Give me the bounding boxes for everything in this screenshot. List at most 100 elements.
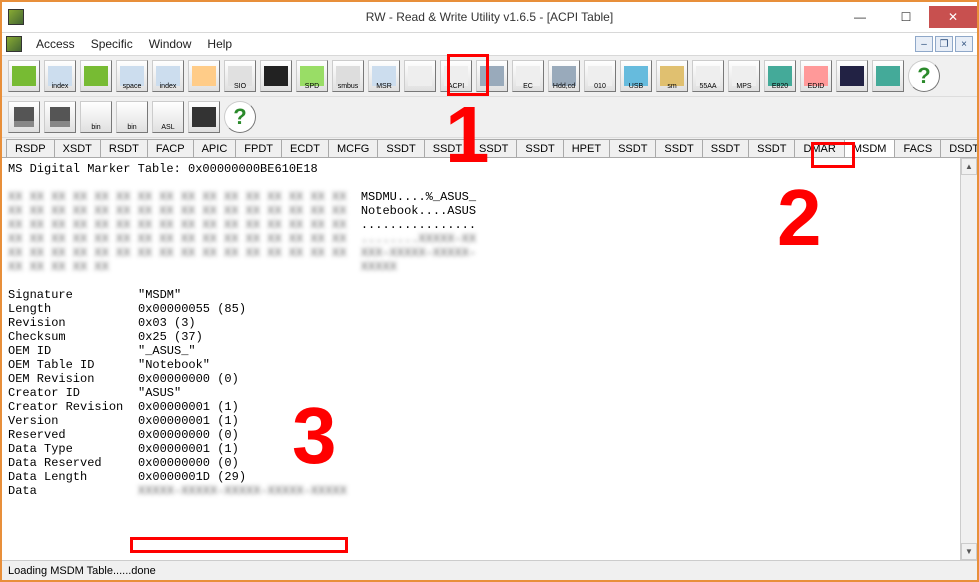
msr-icon[interactable]: MSR bbox=[368, 60, 400, 92]
menu-specific[interactable]: Specific bbox=[83, 37, 141, 51]
menu-help[interactable]: Help bbox=[199, 37, 240, 51]
app-icon bbox=[8, 9, 24, 25]
tab-facs-19[interactable]: FACS bbox=[894, 139, 941, 157]
field-value: "Notebook" bbox=[138, 358, 210, 372]
tab-hpet-12[interactable]: HPET bbox=[563, 139, 610, 157]
tab-apic-4[interactable]: APIC bbox=[193, 139, 237, 157]
help-icon[interactable]: ? bbox=[224, 101, 256, 133]
chip-icon[interactable] bbox=[188, 60, 220, 92]
field-value: 0x0000001D (29) bbox=[138, 470, 246, 484]
tab-ssdt-11[interactable]: SSDT bbox=[516, 139, 563, 157]
help-icon[interactable]: ? bbox=[908, 60, 940, 92]
field-value: XXXXX-XXXXX-XXXXX-XXXXX-XXXXX bbox=[138, 484, 347, 498]
minimize-button[interactable]: — bbox=[837, 6, 883, 28]
status-bar: Loading MSDM Table......done bbox=[2, 560, 977, 580]
saveall-icon[interactable] bbox=[44, 101, 76, 133]
field-key: Revision bbox=[8, 316, 138, 330]
close-button[interactable]: ✕ bbox=[929, 6, 977, 28]
field-row: Length0x00000055 (85) bbox=[8, 302, 954, 316]
field-key: OEM Revision bbox=[8, 372, 138, 386]
tab-ssdt-16[interactable]: SSDT bbox=[748, 139, 795, 157]
smbios-icon[interactable]: sm bbox=[656, 60, 688, 92]
ec-icon[interactable]: EC bbox=[512, 60, 544, 92]
tab-strip: RSDPXSDTRSDTFACPAPICFPDTECDTMCFGSSDTSSDT… bbox=[2, 138, 977, 157]
scroll-up-button[interactable]: ▲ bbox=[961, 158, 977, 175]
hex-row: XX XX XX XX XX XX XX XX XX XX XX XX XX X… bbox=[8, 190, 954, 204]
dimm2-icon[interactable] bbox=[80, 60, 112, 92]
maximize-button[interactable]: ☐ bbox=[883, 6, 929, 28]
acpi-icon[interactable]: ACPI bbox=[440, 60, 472, 92]
field-value: "MSDM" bbox=[138, 288, 181, 302]
scroll-down-button[interactable]: ▼ bbox=[961, 543, 977, 560]
sio-icon[interactable]: SIO bbox=[224, 60, 256, 92]
monitor-icon[interactable] bbox=[872, 60, 904, 92]
hdd-icon[interactable] bbox=[476, 60, 508, 92]
tab-msdm-18[interactable]: MSDM bbox=[844, 139, 896, 157]
tab-ssdt-10[interactable]: SSDT bbox=[470, 139, 517, 157]
menubar: Access Specific Window Help – ❐ × bbox=[2, 32, 977, 56]
field-value: 0x00000055 (85) bbox=[138, 302, 246, 316]
usb-icon[interactable]: USB bbox=[620, 60, 652, 92]
tab-ssdt-13[interactable]: SSDT bbox=[609, 139, 656, 157]
field-key: Data Type bbox=[8, 442, 138, 456]
field-key: Signature bbox=[8, 288, 138, 302]
mdi-close-button[interactable]: × bbox=[955, 36, 973, 52]
status-text: Loading MSDM Table......done bbox=[8, 565, 156, 577]
dimm-icon[interactable] bbox=[8, 60, 40, 92]
tab-facp-3[interactable]: FACP bbox=[147, 139, 194, 157]
field-row: OEM Revision0x00000000 (0) bbox=[8, 372, 954, 386]
index-icon[interactable]: index bbox=[44, 60, 76, 92]
mdi-minimize-button[interactable]: – bbox=[915, 36, 933, 52]
field-key: Length bbox=[8, 302, 138, 316]
save-icon[interactable] bbox=[8, 101, 40, 133]
field-row: OEM ID"_ASUS_" bbox=[8, 344, 954, 358]
hdd-cd-icon[interactable]: Hdd,cd bbox=[548, 60, 580, 92]
index2-icon[interactable]: index bbox=[152, 60, 184, 92]
tab-ssdt-9[interactable]: SSDT bbox=[424, 139, 471, 157]
doc-icon[interactable] bbox=[404, 60, 436, 92]
tab-ssdt-15[interactable]: SSDT bbox=[702, 139, 749, 157]
55aa-icon[interactable]: 55AA bbox=[692, 60, 724, 92]
field-value: 0x00000001 (1) bbox=[138, 442, 239, 456]
wave-icon[interactable] bbox=[260, 60, 292, 92]
acpi-table-content: MS Digital Marker Table: 0x00000000BE610… bbox=[2, 158, 960, 560]
e820-icon[interactable]: E820 bbox=[764, 60, 796, 92]
tab-xsdt-1[interactable]: XSDT bbox=[54, 139, 101, 157]
menu-access[interactable]: Access bbox=[28, 37, 83, 51]
bin2-icon[interactable]: bin bbox=[116, 101, 148, 133]
tab-dmar-17[interactable]: DMAR bbox=[794, 139, 844, 157]
cmd-icon[interactable] bbox=[836, 60, 868, 92]
index-space-icon[interactable]: space bbox=[116, 60, 148, 92]
tab-ssdt-14[interactable]: SSDT bbox=[655, 139, 702, 157]
field-row: Checksum0x25 (37) bbox=[8, 330, 954, 344]
titlebar: RW - Read & Write Utility v1.6.5 - [ACPI… bbox=[2, 2, 977, 32]
tab-rsdt-2[interactable]: RSDT bbox=[100, 139, 148, 157]
vertical-scrollbar[interactable]: ▲ ▼ bbox=[960, 158, 977, 560]
field-value: "_ASUS_" bbox=[138, 344, 196, 358]
field-row: Reserved0x00000000 (0) bbox=[8, 428, 954, 442]
app-icon-small[interactable] bbox=[6, 36, 22, 52]
010-icon[interactable]: 010 bbox=[584, 60, 616, 92]
spd-icon[interactable]: SPD bbox=[296, 60, 328, 92]
bin-icon[interactable]: bin bbox=[80, 101, 112, 133]
smbus-icon[interactable]: smbus bbox=[332, 60, 364, 92]
field-row: Version0x00000001 (1) bbox=[8, 414, 954, 428]
tab-dsdt-20[interactable]: DSDT bbox=[940, 139, 977, 157]
edid-icon[interactable]: EDID bbox=[800, 60, 832, 92]
binoculars-icon[interactable] bbox=[188, 101, 220, 133]
menu-window[interactable]: Window bbox=[141, 37, 200, 51]
tab-fpdt-5[interactable]: FPDT bbox=[235, 139, 282, 157]
field-row: Signature"MSDM" bbox=[8, 288, 954, 302]
tab-rsdp-0[interactable]: RSDP bbox=[6, 139, 55, 157]
asl-icon[interactable]: ASL bbox=[152, 101, 184, 133]
tab-mcfg-7[interactable]: MCFG bbox=[328, 139, 378, 157]
mdi-restore-button[interactable]: ❐ bbox=[935, 36, 953, 52]
content-header: MS Digital Marker Table: 0x00000000BE610… bbox=[8, 162, 954, 176]
tab-ecdt-6[interactable]: ECDT bbox=[281, 139, 329, 157]
field-key: Data bbox=[8, 484, 138, 498]
field-row: Data Reserved0x00000000 (0) bbox=[8, 456, 954, 470]
mps-icon[interactable]: MPS bbox=[728, 60, 760, 92]
scroll-track[interactable] bbox=[961, 175, 977, 543]
tab-ssdt-8[interactable]: SSDT bbox=[377, 139, 424, 157]
field-key: Creator Revision bbox=[8, 400, 138, 414]
